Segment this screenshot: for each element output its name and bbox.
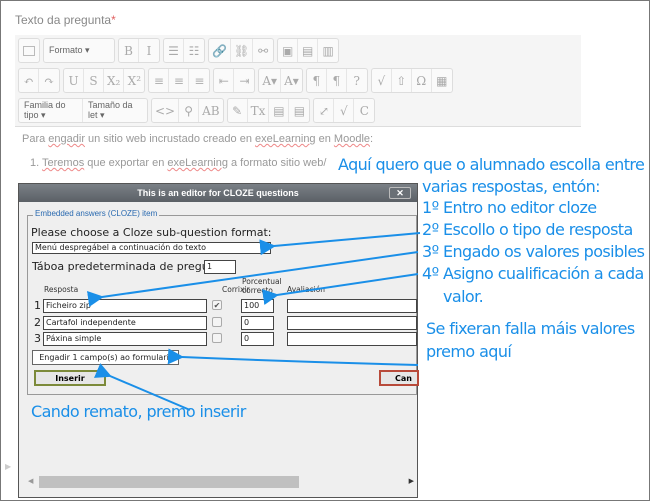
arrow-answers xyxy=(87,251,419,307)
arrow-add-fields xyxy=(167,348,419,366)
arrow-percent xyxy=(261,273,419,305)
arrow-insert xyxy=(93,363,191,411)
arrow-format xyxy=(259,232,421,256)
annotation-arrows xyxy=(87,232,421,411)
